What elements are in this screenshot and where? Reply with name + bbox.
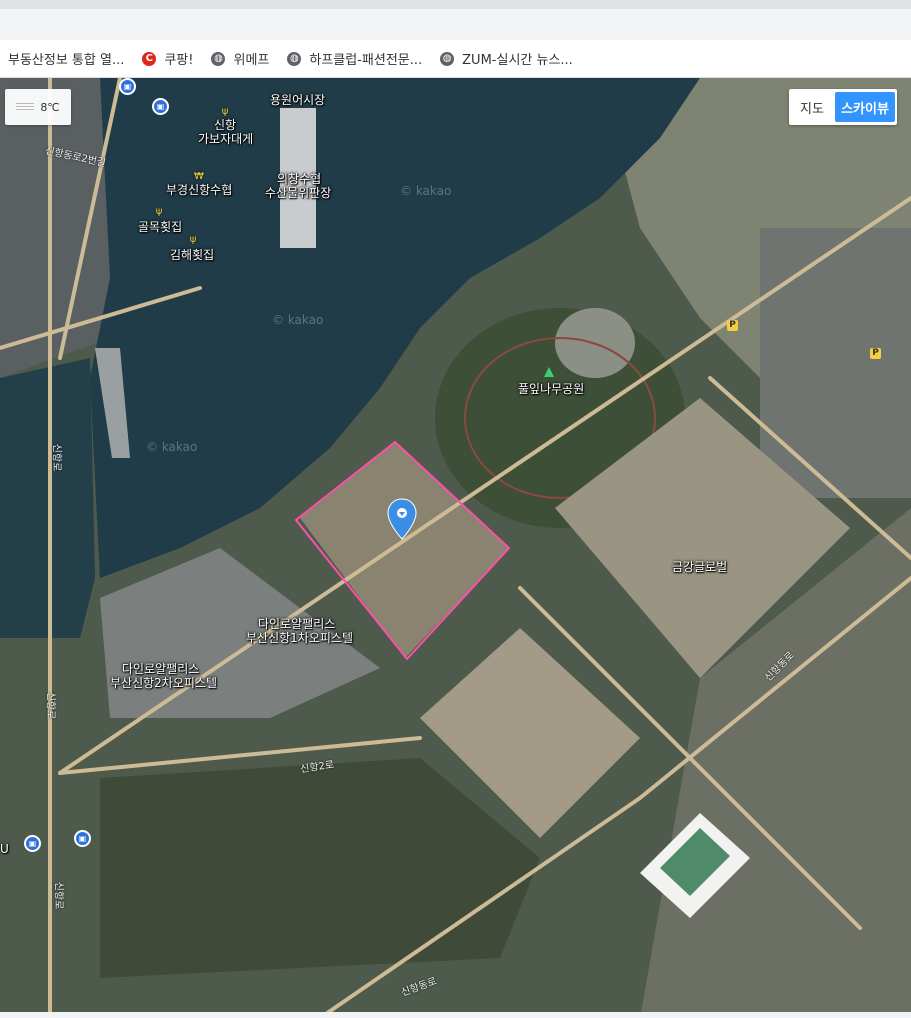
label-geumgang[interactable]: 금강글로벌 — [672, 560, 727, 574]
label-gimhae[interactable]: 김해횟집 — [170, 248, 214, 262]
location-marker-icon[interactable] — [386, 497, 418, 541]
bookmarks-bar: 부동산정보 통합 열... C 쿠팡! ◍ 위메프 ◍ 하프클럽-패션전문...… — [0, 40, 911, 78]
bus-stop-icon[interactable]: ▣ — [24, 835, 41, 852]
map-watermark: © kakao — [146, 440, 198, 454]
bus-stop-icon[interactable]: ▣ — [119, 78, 136, 95]
bookmark-coupang[interactable]: C 쿠팡! — [142, 49, 193, 68]
weather-temp: 8℃ — [40, 100, 60, 114]
bookmark-realestate[interactable]: 부동산정보 통합 열... — [8, 49, 124, 68]
label-buggyeong[interactable]: 부경신항수협 — [166, 183, 232, 197]
road-label: 신항로 — [50, 443, 62, 472]
bus-stop-icon[interactable]: ▣ — [74, 830, 91, 847]
coupang-icon: C — [142, 51, 157, 66]
bookmark-zum[interactable]: ◍ ZUM-실시간 뉴스... — [440, 49, 573, 68]
bank-icon[interactable]: ₩ — [193, 171, 205, 183]
label-uichang-2[interactable]: 수산물위판장 — [265, 186, 331, 200]
restaurant-icon[interactable]: ψ — [187, 234, 199, 246]
restaurant-icon[interactable]: ψ — [153, 206, 165, 218]
map-watermark: © kakao — [400, 184, 452, 198]
label-shinhang[interactable]: 신항 — [214, 118, 236, 132]
bookmark-label: 하프클럽-패션전문... — [309, 53, 423, 68]
label-golmok[interactable]: 골목횟집 — [138, 220, 182, 234]
bookmark-label: ZUM-실시간 뉴스... — [462, 53, 573, 68]
label-daein1-name[interactable]: 다인로얄팰리스 — [258, 617, 335, 631]
weather-widget: 8℃ — [5, 89, 71, 125]
label-fish-market[interactable]: 용원어시장 — [270, 93, 325, 107]
bookmark-wemakeprice[interactable]: ◍ 위메프 — [211, 49, 269, 68]
restaurant-icon[interactable]: ψ — [219, 106, 231, 118]
map-type-switch: 지도 스카이뷰 — [789, 89, 897, 125]
road-label: 신항로 — [52, 881, 64, 910]
globe-icon: ◍ — [287, 51, 302, 66]
label-park[interactable]: 풀잎나무공원 — [518, 382, 584, 396]
map-type-map-button[interactable]: 지도 — [791, 92, 833, 122]
map-type-skyview-button[interactable]: 스카이뷰 — [835, 92, 895, 122]
label-daein2-name[interactable]: 다인로얄팰리스 — [122, 662, 199, 676]
browser-tab-strip — [0, 0, 911, 41]
label-daein1-sub[interactable]: 부산신항1차오피스텔 — [246, 631, 353, 645]
road-label: 신항로 — [44, 691, 56, 720]
bus-stop-icon[interactable]: ▣ — [152, 98, 169, 115]
skyview-map[interactable]: 용원어시장 신항 가보자대게 부경신항수협 골목횟집 김해횟집 의창수협 수산물… — [0, 78, 911, 1018]
parking-icon[interactable]: P — [870, 348, 881, 359]
label-uichang-1[interactable]: 의창수협 — [277, 172, 321, 186]
bookmark-label: 부동산정보 통합 열... — [8, 53, 125, 68]
label-bus-edge: U — [0, 842, 9, 856]
bookmark-halfclub[interactable]: ◍ 하프클럽-패션전문... — [287, 49, 422, 68]
label-daein2-sub[interactable]: 부산신항2차오피스텔 — [110, 676, 217, 690]
label-gabo[interactable]: 가보자대게 — [198, 132, 253, 146]
cloud-icon — [16, 102, 35, 112]
map-watermark: © kakao — [272, 313, 324, 327]
window-bottom-edge — [0, 1012, 911, 1018]
park-tree-icon — [544, 367, 554, 377]
satellite-imagery — [0, 78, 911, 1018]
globe-icon: ◍ — [211, 51, 226, 66]
bookmark-label: 위메프 — [233, 53, 270, 68]
globe-icon: ◍ — [440, 51, 455, 66]
parking-icon[interactable]: P — [727, 320, 738, 331]
tab-bar — [0, 0, 911, 9]
bookmark-label: 쿠팡! — [164, 53, 194, 68]
